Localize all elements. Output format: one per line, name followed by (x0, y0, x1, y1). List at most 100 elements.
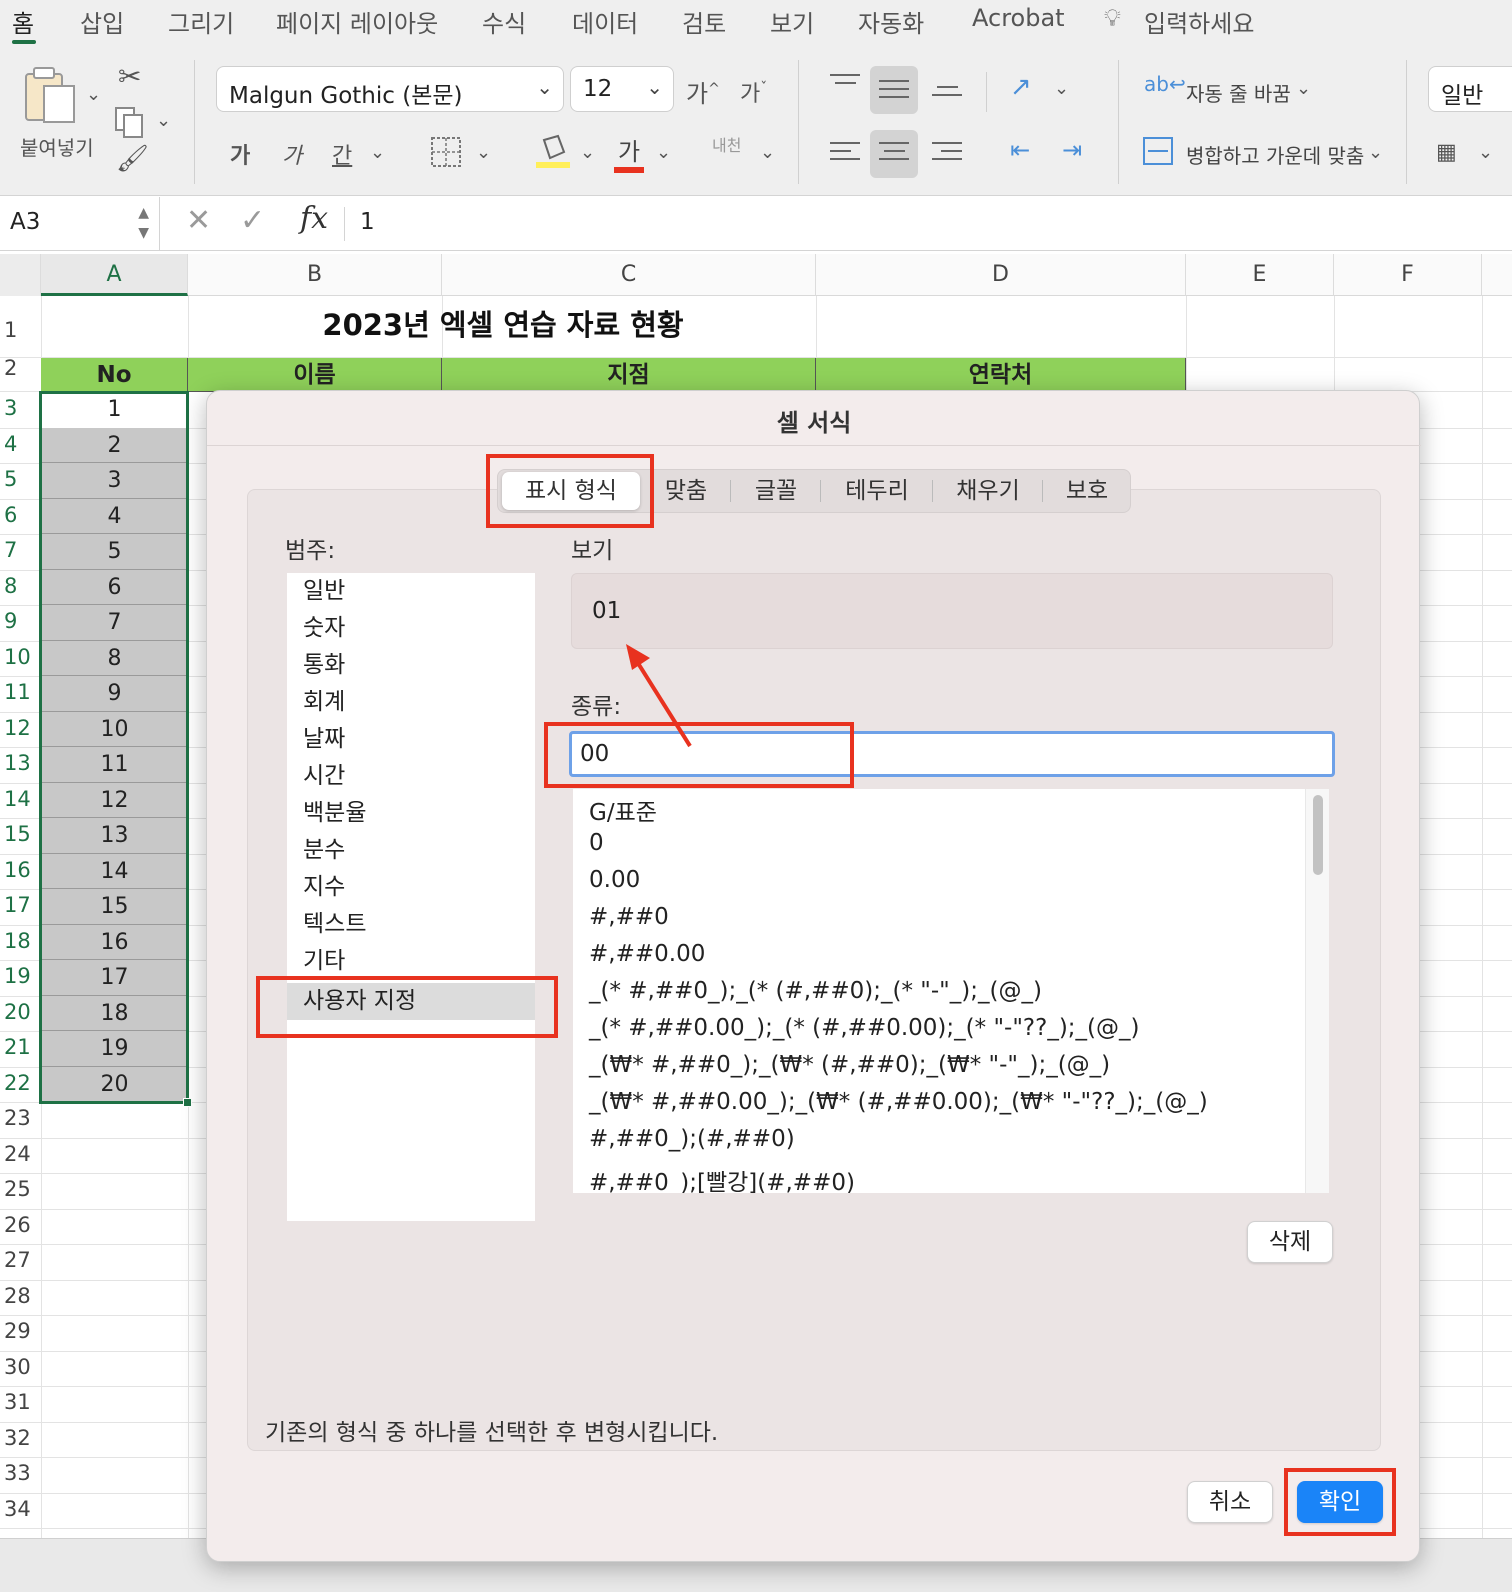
bold-button[interactable]: 가 (230, 138, 250, 170)
fill-color-chevron-icon[interactable]: ⌄ (580, 142, 595, 163)
paste-icon[interactable] (20, 66, 80, 126)
row-header[interactable]: 29 (0, 1309, 40, 1345)
merge-center-icon[interactable] (1142, 136, 1174, 166)
wrap-text-icon[interactable]: ab↩ (1144, 72, 1186, 96)
borders-chevron-icon[interactable]: ⌄ (476, 142, 491, 163)
phonetic-chevron-icon[interactable]: ⌄ (760, 142, 775, 163)
column-header-f[interactable]: F (1334, 254, 1482, 296)
row-header[interactable]: 9 (0, 599, 40, 635)
category-item[interactable]: 분수 (287, 832, 535, 869)
decrease-indent-icon[interactable]: ⇤ (1010, 136, 1030, 164)
row-header[interactable]: 3 (0, 386, 40, 422)
header-cell-contact[interactable]: 연락처 (816, 358, 1186, 392)
formula-input[interactable]: 1 (360, 209, 375, 235)
increase-indent-icon[interactable]: ⇥ (1062, 136, 1082, 164)
format-painter-icon[interactable]: 🖌︎ (116, 144, 149, 174)
row-header[interactable]: 12 (0, 706, 40, 742)
column-header-b[interactable]: B (188, 254, 442, 296)
row-header[interactable]: 17 (0, 883, 40, 919)
conditional-format-chevron-icon[interactable]: ⌄ (1478, 142, 1493, 163)
merge-center-label[interactable]: 병합하고 가운데 맞춤 (1186, 140, 1364, 169)
tab-draw[interactable]: 그리기 (168, 4, 234, 39)
row-header[interactable]: 16 (0, 848, 40, 884)
row-header[interactable]: 25 (0, 1167, 40, 1203)
category-item[interactable]: 지수 (287, 869, 535, 906)
row-header[interactable]: 28 (0, 1274, 40, 1310)
tab-view[interactable]: 보기 (770, 4, 814, 39)
increase-font-button[interactable]: 가^ (686, 74, 720, 109)
row-header[interactable]: 5 (0, 457, 40, 493)
align-top-icon[interactable] (830, 74, 860, 90)
format-item[interactable]: #,##0_);(#,##0) (589, 1126, 795, 1152)
header-cell-no[interactable]: No (41, 358, 188, 392)
number-format-select[interactable]: 일반 (1428, 66, 1512, 112)
category-item[interactable]: 숫자 (287, 610, 535, 647)
tab-formulas[interactable]: 수식 (482, 4, 526, 39)
tab-review[interactable]: 검토 (682, 4, 726, 39)
format-item[interactable]: _(₩* #,##0_);_(₩* (#,##0);_(₩* "-"_);_(@… (589, 1052, 1110, 1078)
tab-home[interactable]: 홈 (12, 4, 34, 39)
fill-handle[interactable] (183, 1098, 192, 1107)
lightbulb-icon[interactable]: 💡︎ (1104, 4, 1121, 32)
category-item[interactable]: 통화 (287, 647, 535, 684)
tab-border[interactable]: 테두리 (824, 470, 930, 512)
row-header[interactable]: 21 (0, 1025, 40, 1061)
font-color-button[interactable]: 가 (614, 132, 645, 173)
decrease-font-button[interactable]: 가ˇ (740, 76, 767, 108)
tab-alignment[interactable]: 맞춤 (646, 470, 726, 512)
orientation-chevron-icon[interactable]: ⌄ (1054, 78, 1069, 99)
category-item[interactable]: 날짜 (287, 721, 535, 758)
row-header[interactable]: 14 (0, 777, 40, 813)
tab-font[interactable]: 글꼴 (734, 470, 818, 512)
format-item[interactable]: G/표준 (589, 793, 657, 827)
borders-icon[interactable] (430, 136, 462, 168)
fill-color-icon[interactable] (536, 132, 570, 170)
tab-insert[interactable]: 삽입 (80, 4, 124, 39)
font-name-select[interactable]: Malgun Gothic (본문) ⌄ (216, 66, 564, 112)
format-item[interactable]: #,##0 (589, 904, 669, 930)
tab-page-layout[interactable]: 페이지 레이아웃 (276, 4, 438, 39)
category-item[interactable]: 일반 (287, 573, 535, 610)
row-header[interactable]: 24 (0, 1132, 40, 1168)
wrap-text-chevron-icon[interactable]: ⌄ (1296, 78, 1311, 99)
format-item[interactable]: _(₩* #,##0.00_);_(₩* (#,##0.00);_(₩* "-"… (589, 1089, 1208, 1115)
row-header[interactable]: 31 (0, 1380, 40, 1416)
header-cell-name[interactable]: 이름 (188, 358, 442, 392)
align-left-icon[interactable] (830, 142, 860, 166)
format-item[interactable]: _(* #,##0_);_(* (#,##0);_(* "-"_);_(@_) (589, 978, 1042, 1004)
category-item[interactable]: 회계 (287, 684, 535, 721)
format-code-list[interactable]: G/표준 0 0.00 #,##0 #,##0.00 _(* #,##0_);_… (573, 789, 1329, 1193)
insert-function-icon[interactable]: fx (300, 201, 328, 236)
row-header[interactable]: 27 (0, 1238, 40, 1274)
row-header[interactable]: 10 (0, 635, 40, 671)
row-header[interactable]: 34 (0, 1487, 40, 1523)
cancel-button[interactable]: 취소 (1187, 1481, 1273, 1523)
column-header-d[interactable]: D (816, 254, 1186, 296)
row-header[interactable]: 2 (0, 346, 40, 382)
row-header[interactable]: 33 (0, 1451, 40, 1487)
copy-chevron-icon[interactable]: ⌄ (156, 110, 171, 131)
enter-icon[interactable]: ✓ (240, 203, 265, 238)
tab-acrobat[interactable]: Acrobat (972, 4, 1065, 32)
merge-center-chevron-icon[interactable]: ⌄ (1368, 142, 1383, 163)
format-item[interactable]: 0.00 (589, 867, 640, 893)
copy-icon[interactable] (114, 106, 148, 140)
cut-icon[interactable]: ✂ (118, 60, 141, 93)
cancel-icon[interactable]: ✕ (186, 203, 211, 238)
format-list-scrollbar[interactable] (1305, 789, 1329, 1193)
row-header[interactable]: 19 (0, 954, 40, 990)
tell-me-search[interactable]: 입력하세요 (1144, 4, 1254, 39)
tab-fill[interactable]: 채우기 (936, 470, 1040, 512)
row-header[interactable]: 22 (0, 1061, 40, 1097)
scrollbar-thumb[interactable] (1313, 795, 1323, 875)
format-item[interactable]: #,##0_);[빨강](#,##0) (589, 1163, 855, 1193)
format-item[interactable]: _(* #,##0.00_);_(* (#,##0.00);_(* "-"??_… (589, 1015, 1139, 1041)
format-item[interactable]: 0 (589, 830, 604, 856)
underline-chevron-icon[interactable]: ⌄ (370, 142, 385, 163)
category-list[interactable]: 일반 숫자 통화 회계 날짜 시간 백분율 분수 지수 텍스트 기타 사용자 지… (287, 573, 535, 1221)
name-box-stepper-icon[interactable]: ▲ ▼ (138, 203, 149, 243)
align-bottom-icon[interactable] (932, 86, 962, 102)
font-color-chevron-icon[interactable]: ⌄ (656, 142, 671, 163)
row-header[interactable]: 30 (0, 1345, 40, 1381)
row-header[interactable]: 18 (0, 919, 40, 955)
